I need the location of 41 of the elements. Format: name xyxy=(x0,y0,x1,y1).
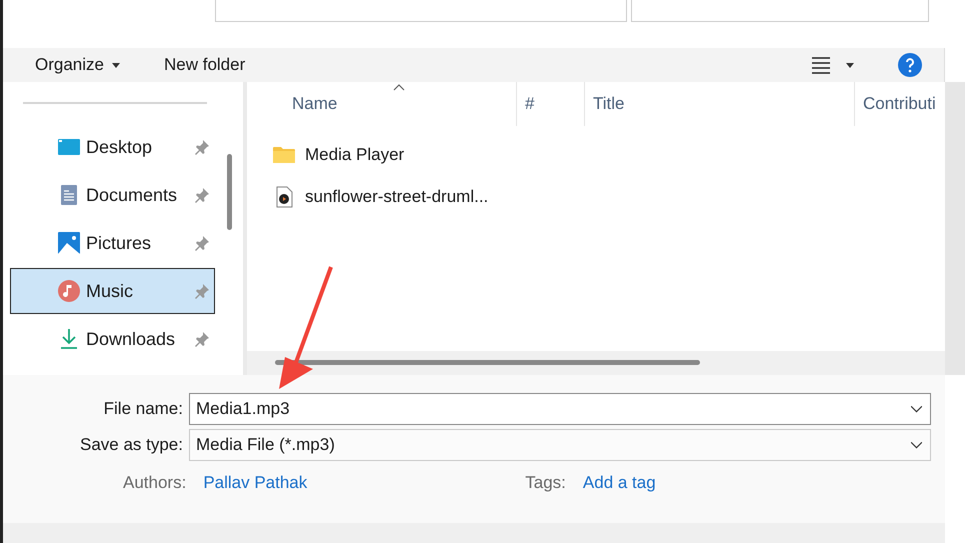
file-name-field[interactable]: Media1.mp3 xyxy=(189,393,931,425)
file-item[interactable]: sunflower-street-druml... xyxy=(247,176,945,218)
nav-item[interactable]: Pictures xyxy=(10,220,215,266)
nav-item[interactable]: Desktop xyxy=(10,124,215,170)
address-field[interactable] xyxy=(215,0,627,22)
search-field[interactable] xyxy=(631,0,929,22)
new-folder-button[interactable]: New folder xyxy=(152,51,258,79)
field-label: File name: xyxy=(102,399,184,419)
download-icon xyxy=(58,328,80,350)
column-header[interactable]: Title xyxy=(585,82,855,126)
chevron-down-icon xyxy=(911,442,922,448)
nav-item[interactable]: Documents xyxy=(10,172,215,218)
organize-button[interactable]: Organize xyxy=(23,51,132,79)
column-header[interactable]: Contributi xyxy=(855,82,945,126)
help-icon[interactable] xyxy=(898,53,922,77)
music-note-icon xyxy=(58,280,80,302)
scrollbar-thumb[interactable] xyxy=(275,360,700,365)
caret-icon xyxy=(112,62,120,68)
chevron-down-icon[interactable] xyxy=(911,406,922,412)
add-tag-link[interactable]: Add a tag xyxy=(582,473,656,493)
monitor-icon xyxy=(58,136,80,158)
nav-item[interactable]: Downloads xyxy=(10,316,215,362)
scrollbar-thumb[interactable] xyxy=(227,154,232,230)
column-header[interactable]: Name xyxy=(247,82,517,126)
pin-icon[interactable] xyxy=(194,283,210,299)
pin-icon[interactable] xyxy=(194,235,210,251)
picture-icon xyxy=(58,232,80,254)
folder-icon xyxy=(273,144,295,166)
column-header[interactable]: # xyxy=(517,82,585,126)
pin-icon[interactable] xyxy=(194,139,210,155)
pin-icon[interactable] xyxy=(194,187,210,203)
view-options-icon[interactable] xyxy=(810,56,854,74)
authors-label: Authors: xyxy=(123,473,186,493)
document-icon xyxy=(58,184,80,206)
nav-item[interactable]: Music xyxy=(10,268,215,314)
authors-link[interactable]: Pallav Pathak xyxy=(203,473,308,493)
file-item[interactable]: Media Player xyxy=(247,134,945,176)
tags-label: Tags: xyxy=(525,473,566,493)
field-label: Save as type: xyxy=(78,435,184,455)
file-type-dropdown[interactable]: Media File (*.mp3) xyxy=(189,429,931,461)
pin-icon[interactable] xyxy=(194,331,210,347)
